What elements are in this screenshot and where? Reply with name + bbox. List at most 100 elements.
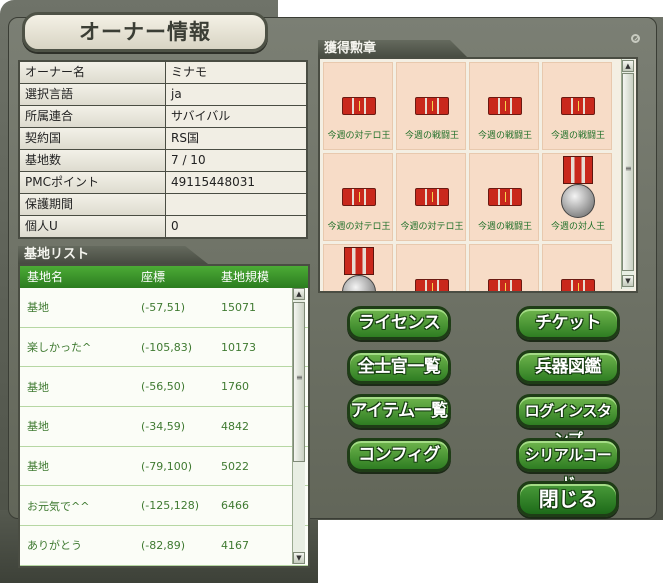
info-value: 0 [166,216,306,237]
info-label: オーナー名 [20,62,165,83]
medal-item[interactable] [396,244,466,291]
medal-caption: 今週の対テロ王 [327,131,391,141]
base-name: ありがとう [27,539,82,553]
medal-item[interactable] [469,244,539,291]
medal-item[interactable]: 今週の対人王 [542,153,612,241]
background-notch [278,0,663,17]
base-name: 基地 [27,380,49,394]
medal-box: 今週の対テロ王 今週の戦闘王 今週の戦闘王 今週の戦闘王 今週の対テロ王 今週の… [318,57,638,293]
items-list-button[interactable]: アイテム一覧 [347,394,451,428]
window-title-tab: オーナー情報 [22,12,268,52]
silver-medal-icon [342,275,376,291]
medal-caption: 今週の戦闘王 [477,131,532,141]
base-size: 4167 [221,538,249,552]
base-name: お元気で^^ [27,499,90,513]
medal-ribbon-icon [563,156,593,184]
medal-item[interactable]: 今週の戦闘王 [469,62,539,150]
ribbon-medal-icon [561,279,595,291]
info-value [166,194,306,215]
base-coords: (-105,83) [141,340,193,354]
info-row-owner-name: オーナー名 ミナモ [20,62,306,83]
medal-item[interactable]: 今週の戦闘王 [396,62,466,150]
medal-item[interactable] [542,244,612,291]
info-row-alliance: 所属連合 サバイバル [20,106,306,127]
table-row[interactable]: 基地 (-56,50) 1760 [20,367,308,408]
base-coords: (-56,50) [141,380,186,394]
info-value: 49115448031 [166,172,306,193]
base-size: 10173 [221,340,256,354]
ribbon-medal-icon [488,188,522,206]
medal-caption: 今週の対テロ王 [327,222,391,232]
info-value: ja [166,84,306,105]
medal-item[interactable]: 今週の戦闘王 [469,153,539,241]
table-row[interactable]: 基地 (-34,59) 4842 [20,407,308,447]
ribbon-medal-icon [415,188,449,206]
base-size: 6466 [221,499,249,513]
scroll-thumb[interactable]: ≡ [622,73,634,271]
medal-ribbon-icon [344,247,374,275]
medal-item[interactable]: 今週の対テロ王 [323,62,393,150]
settings-knob-icon[interactable] [631,34,640,43]
base-coords: (-82,89) [141,538,186,552]
base-coords: (-34,59) [141,419,186,433]
medal-caption: 今週の戦闘王 [477,222,532,232]
login-stamp-button[interactable]: ログインスタンプ [516,394,620,448]
info-row-protection: 保護期間 [20,194,306,215]
base-size: 15071 [221,300,256,314]
info-label: 個人U [20,216,165,237]
ribbon-medal-icon [561,97,595,115]
table-row[interactable]: ありがとう (-82,89) 4167 [20,526,308,566]
base-size: 1760 [221,380,249,394]
scroll-grip-icon: ≡ [296,373,303,382]
window-title: オーナー情報 [79,20,211,44]
license-button[interactable]: ライセンス [347,306,451,340]
info-row-language: 選択言語 ja [20,84,306,105]
base-list-scrollbar[interactable]: ▲ ≡ ▼ [292,288,305,564]
base-name: 基地 [27,420,49,434]
base-list-header: 基地名 座標 基地規模 [20,266,308,288]
scroll-up-icon[interactable]: ▲ [293,288,305,300]
silver-medal-icon [561,184,595,218]
medal-caption: 今週の対テロ王 [400,222,464,232]
ribbon-medal-icon [342,97,376,115]
scroll-thumb[interactable]: ≡ [293,302,305,462]
base-size: 4842 [221,419,249,433]
ribbon-medal-icon [488,279,522,291]
scroll-down-icon[interactable]: ▼ [293,552,305,564]
medal-scrollbar[interactable]: ▲ ≡ ▼ [621,59,634,289]
base-name: 基地 [27,460,49,474]
info-row-pmc-points: PMCポイント 49115448031 [20,172,306,193]
base-size: 5022 [221,459,249,473]
officers-list-button[interactable]: 全士官一覧 [347,350,451,384]
ticket-button[interactable]: チケット [516,306,620,340]
weapons-catalog-button[interactable]: 兵器図鑑 [516,350,620,384]
info-row-base-count: 基地数 7 / 10 [20,150,306,171]
serial-code-button[interactable]: シリアルコード [516,438,620,492]
base-name: 基地 [27,301,49,315]
info-label: PMCポイント [20,172,165,193]
ribbon-medal-icon [415,279,449,291]
scroll-up-icon[interactable]: ▲ [622,60,634,72]
owner-info-table: オーナー名 ミナモ 選択言語 ja 所属連合 サバイバル 契約国 RS国 基地数… [18,60,308,239]
column-header-coords: 座標 [141,270,166,284]
table-row[interactable]: 楽しかった^ (-105,83) 10173 [20,327,308,368]
ribbon-medal-icon [415,97,449,115]
close-button[interactable]: 閉じる [517,481,619,517]
medal-item[interactable]: 今週の戦闘王 [542,62,612,150]
config-button[interactable]: コンフィグ [347,438,451,472]
medal-item[interactable]: 今週の対テロ王 [323,153,393,241]
info-row-personal-u: 個人U 0 [20,216,306,237]
scroll-down-icon[interactable]: ▼ [622,275,634,287]
medal-caption: 今週の戦闘王 [404,131,459,141]
base-list: 基地名 座標 基地規模 基地 (-57,51) 15071 楽しかった^ (-1… [18,264,310,568]
medal-item[interactable] [323,244,393,291]
table-row[interactable]: お元気で^^ (-125,128) 6466 [20,486,308,527]
medal-caption: 今週の戦闘王 [550,131,605,141]
ribbon-medal-icon [488,97,522,115]
table-row[interactable]: 基地 (-57,51) 15071 [20,288,308,328]
table-row[interactable]: 基地 (-79,100) 5022 [20,446,308,487]
base-coords: (-125,128) [141,499,200,513]
medal-item[interactable]: 今週の対テロ王 [396,153,466,241]
base-coords: (-57,51) [141,300,186,314]
column-header-name: 基地名 [27,270,64,284]
